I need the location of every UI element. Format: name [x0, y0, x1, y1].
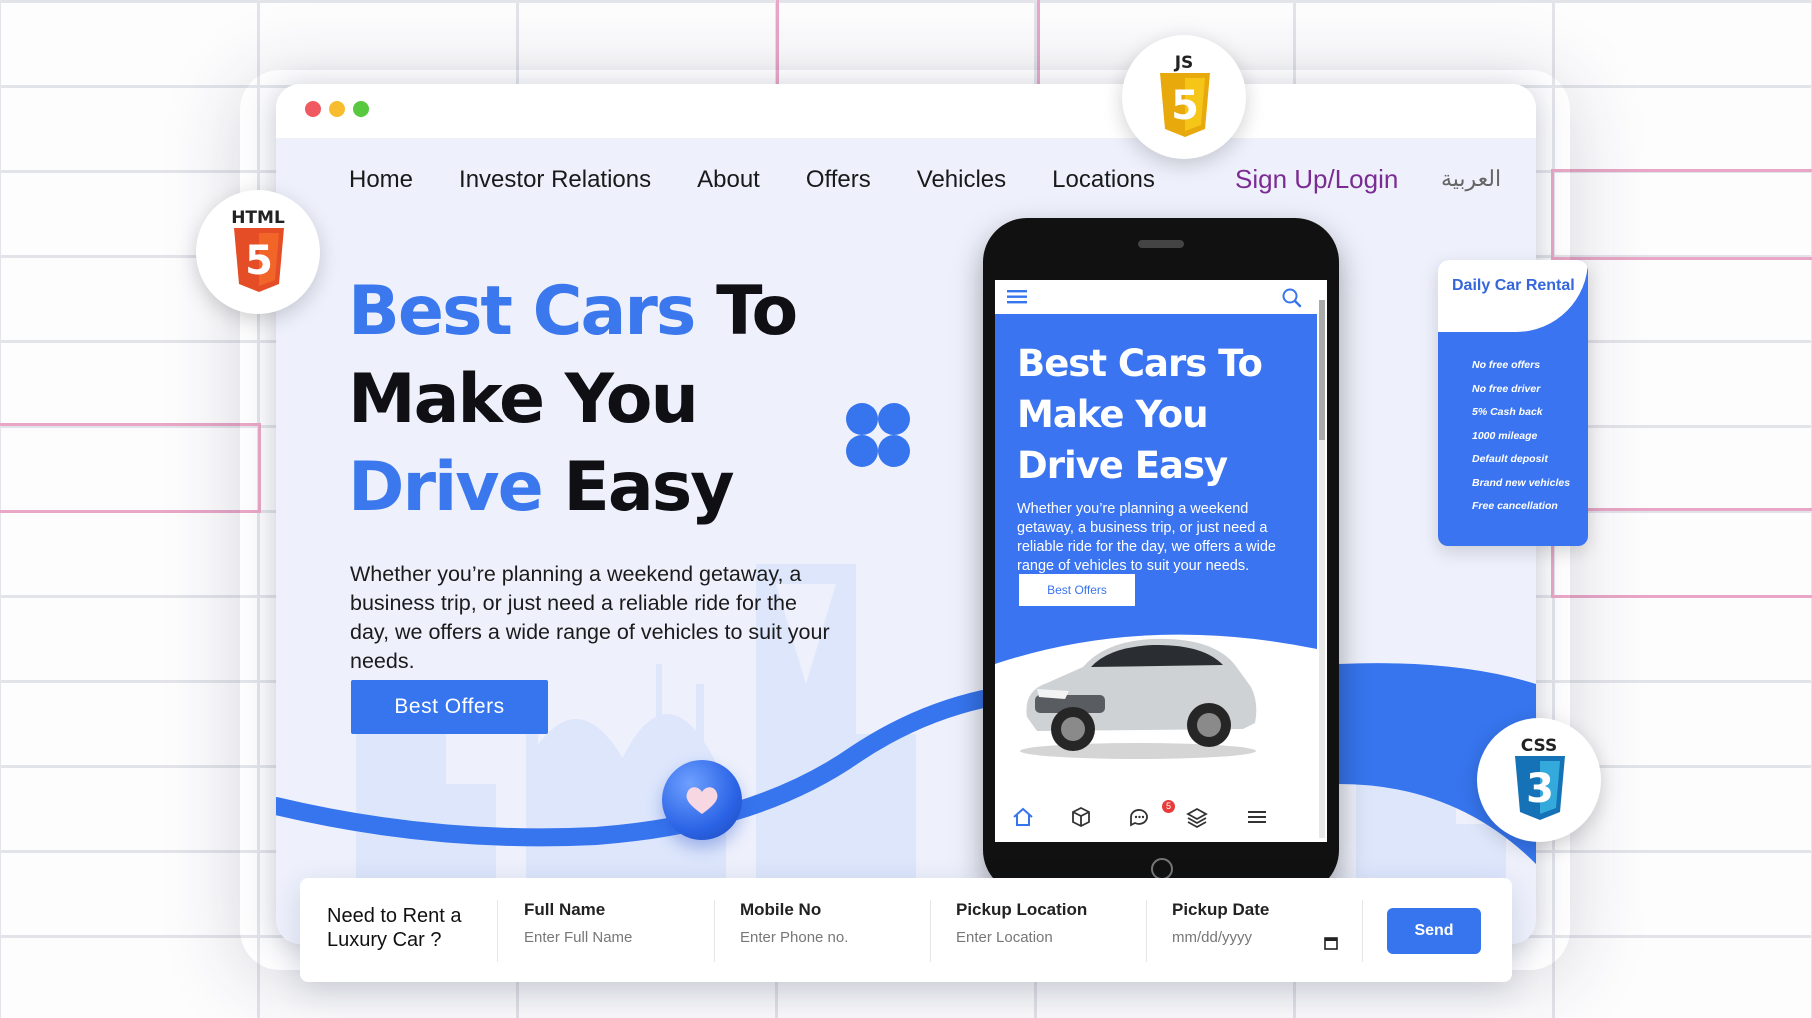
html5-label: HTML	[231, 208, 285, 228]
language-switch[interactable]: العربية	[1441, 166, 1501, 192]
phone-scrollbar[interactable]	[1319, 300, 1325, 838]
rental-feature: Brand new vehicles	[1472, 476, 1571, 489]
nav-offers[interactable]: Offers	[806, 166, 871, 194]
chat-icon[interactable]	[1127, 805, 1151, 829]
html5-logo: HTML 5	[196, 190, 320, 314]
js-label: JS	[1174, 53, 1194, 73]
phone-screen: Best Cars To Make You Drive Easy Whether…	[995, 280, 1327, 842]
hero-line3-dark: Easy	[563, 448, 734, 527]
browser-window: Home Investor Relations About Offers Veh…	[276, 84, 1536, 944]
car-image	[1020, 638, 1257, 759]
search-icon[interactable]	[1281, 287, 1303, 309]
decor-pink-box	[0, 423, 261, 513]
decor-pink-box	[1551, 508, 1812, 598]
pickup-date-label: Pickup Date	[1172, 900, 1270, 919]
html5-icon: 5	[234, 228, 284, 292]
divider	[930, 900, 931, 962]
phone-mockup: Best Cars To Make You Drive Easy Whether…	[983, 218, 1339, 894]
divider	[714, 900, 715, 962]
calendar-icon[interactable]	[1324, 936, 1338, 950]
divider	[1146, 900, 1147, 962]
css3-digit: 3	[1526, 766, 1554, 812]
pickup-location-group: Pickup Location	[956, 900, 1141, 947]
rental-feature: 1000 mileage	[1472, 429, 1538, 442]
signup-login-link[interactable]: Sign Up/Login	[1235, 164, 1398, 195]
mobile-group: Mobile No	[740, 900, 925, 947]
rental-features-list: No free offers No free driver 5% Cash ba…	[1472, 354, 1570, 519]
full-name-input[interactable]	[524, 929, 694, 946]
rental-feature: 5% Cash back	[1472, 406, 1543, 418]
hero-line3-blue: Drive	[348, 448, 544, 527]
hero-line1-dark: To	[716, 272, 798, 351]
clover-icon	[846, 403, 910, 467]
rental-card-title: Daily Car Rental	[1452, 277, 1575, 294]
phone-title-line1: Best Cars To	[1017, 342, 1263, 385]
chat-badge: 5	[1162, 800, 1175, 813]
phone-title-line3: Drive Easy	[1017, 444, 1228, 487]
rental-feature: Free cancellation	[1472, 500, 1558, 512]
home-icon[interactable]	[1011, 805, 1035, 829]
menu-icon[interactable]	[1245, 805, 1269, 829]
hamburger-icon[interactable]	[1007, 289, 1029, 305]
main-nav: Home Investor Relations About Offers Veh…	[349, 166, 1201, 194]
rental-feature: No free driver	[1472, 382, 1541, 395]
hero-line2: Make You	[348, 360, 699, 439]
phone-hero-description: Whether you’re planning a weekend getawa…	[1017, 501, 1276, 574]
heart-bubble	[662, 760, 742, 840]
rental-booking-form: Need to Rent a Luxury Car ? Full Name Mo…	[300, 878, 1512, 982]
nav-investor-relations[interactable]: Investor Relations	[459, 166, 651, 194]
phone-home-button	[1151, 858, 1173, 880]
pickup-date-input[interactable]	[1172, 929, 1312, 946]
nav-locations[interactable]: Locations	[1052, 166, 1155, 194]
phone-title-line2: Make You	[1017, 393, 1209, 436]
mobile-input[interactable]	[740, 929, 910, 946]
form-heading: Need to Rent a Luxury Car ?	[327, 905, 462, 951]
js-icon: 5	[1160, 73, 1210, 137]
decor-pink-box	[1551, 169, 1812, 260]
layers-icon[interactable]	[1185, 805, 1209, 829]
daily-car-rental-card: Daily Car Rental No free offers No free …	[1438, 260, 1588, 546]
full-name-label: Full Name	[524, 900, 606, 919]
rental-feature: Default deposit	[1472, 453, 1548, 465]
hero-description: Whether you’re planning a weekend getawa…	[350, 561, 830, 673]
mobile-label: Mobile No	[740, 900, 822, 919]
nav-home[interactable]: Home	[349, 166, 413, 194]
hero-line1-blue: Best Cars	[348, 272, 696, 351]
js-digit: 5	[1171, 83, 1199, 129]
nav-vehicles[interactable]: Vehicles	[917, 166, 1006, 194]
full-name-group: Full Name	[524, 900, 709, 947]
html5-digit: 5	[245, 238, 273, 284]
box-icon[interactable]	[1069, 805, 1093, 829]
phone-speaker	[1138, 240, 1184, 248]
nav-about[interactable]: About	[697, 166, 760, 194]
divider	[1362, 900, 1363, 962]
rental-feature: No free offers	[1472, 359, 1541, 371]
phone-hero-title: Best Cars To Make You Drive Easy	[1017, 338, 1263, 491]
hero-title: Best Cars To Make You Drive Easy	[348, 268, 798, 532]
pickup-location-label: Pickup Location	[956, 900, 1088, 919]
divider	[497, 900, 498, 962]
css3-icon: 3	[1515, 756, 1565, 820]
js-logo: JS 5	[1122, 35, 1246, 159]
heart-icon	[686, 787, 718, 814]
phone-best-offers-button[interactable]: Best Offers	[1019, 574, 1135, 606]
css3-label: CSS	[1520, 736, 1558, 756]
send-button[interactable]: Send	[1387, 908, 1481, 954]
css3-logo: CSS 3	[1477, 718, 1601, 842]
rental-card-header	[1438, 260, 1588, 332]
pickup-location-input[interactable]	[956, 929, 1126, 946]
best-offers-button[interactable]: Best Offers	[351, 680, 548, 734]
pickup-date-group: Pickup Date	[1172, 900, 1357, 950]
